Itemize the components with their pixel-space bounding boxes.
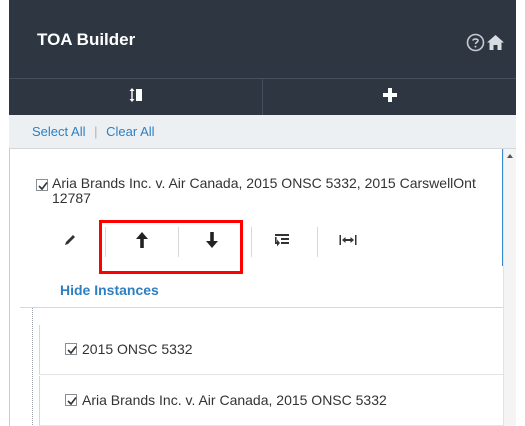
selection-bar: Select All | Clear All bbox=[9, 115, 516, 149]
citation-card[interactable]: Aria Brands Inc. v. Air Canada, 2015 ONS… bbox=[10, 149, 505, 298]
citation-checkbox[interactable] bbox=[36, 179, 48, 191]
instance-row[interactable]: Aria Brands Inc. v. Air Canada, 2015 ONS… bbox=[39, 376, 505, 426]
page-title: TOA Builder bbox=[37, 30, 136, 49]
home-icon[interactable] bbox=[486, 33, 505, 52]
citation-text: Aria Brands Inc. v. Air Canada, 2015 ONS… bbox=[52, 175, 476, 206]
link-separator: | bbox=[94, 124, 98, 139]
select-all-link[interactable]: Select All bbox=[32, 124, 85, 139]
edit-button[interactable] bbox=[35, 225, 105, 259]
instance-checkbox[interactable] bbox=[65, 343, 77, 355]
expand-width-icon bbox=[339, 233, 357, 251]
toa-builder-panel: TOA Builder Select All | Clear All Aria … bbox=[9, 0, 516, 426]
insert-text-button[interactable] bbox=[252, 225, 312, 259]
instances-list: 2015 ONSC 5332 Aria Brands Inc. v. Air C… bbox=[20, 307, 505, 426]
highlight-box bbox=[99, 220, 243, 274]
instance-text: Aria Brands Inc. v. Air Canada, 2015 ONS… bbox=[82, 392, 387, 408]
add-button[interactable] bbox=[262, 79, 516, 115]
citation-list: Aria Brands Inc. v. Air Canada, 2015 ONS… bbox=[9, 149, 516, 426]
instance-checkbox[interactable] bbox=[65, 394, 77, 406]
scroll-up-arrow-icon[interactable] bbox=[507, 154, 513, 158]
add-icon bbox=[382, 87, 397, 107]
instance-row[interactable]: 2015 ONSC 5332 bbox=[39, 325, 505, 375]
help-circle-icon[interactable] bbox=[466, 33, 485, 52]
header-bar: TOA Builder bbox=[9, 0, 516, 78]
hide-instances-link[interactable]: Hide Instances bbox=[60, 282, 159, 298]
expand-width-button[interactable] bbox=[318, 225, 378, 259]
edit-pencil-icon bbox=[63, 233, 77, 252]
reorder-button[interactable] bbox=[9, 79, 262, 115]
toolbar bbox=[9, 78, 516, 115]
scrollbar[interactable] bbox=[503, 149, 516, 426]
reorder-list-icon bbox=[129, 87, 143, 108]
insert-text-icon bbox=[274, 233, 290, 252]
clear-all-link[interactable]: Clear All bbox=[106, 124, 154, 139]
tree-connector bbox=[32, 308, 33, 426]
instance-text: 2015 ONSC 5332 bbox=[82, 341, 193, 357]
